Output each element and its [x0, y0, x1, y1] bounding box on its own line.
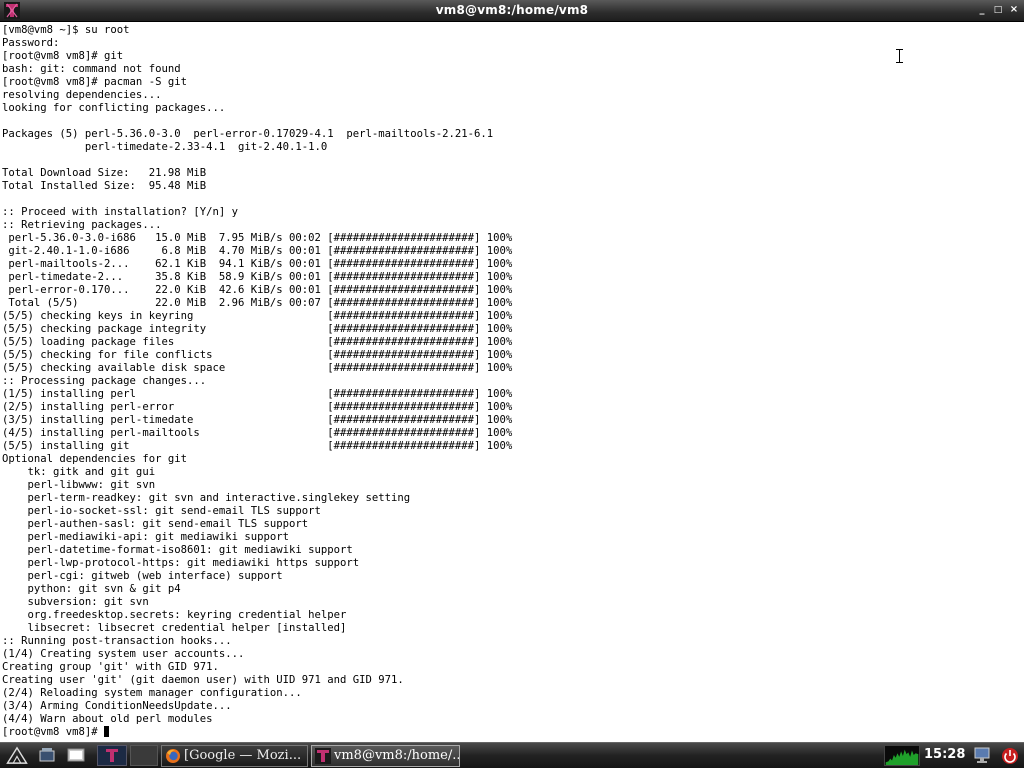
- terminal-line: Total (5/5) 22.0 MiB 2.96 MiB/s 00:07 [#…: [2, 297, 513, 309]
- terminal-line: [root@vm8 vm8]# git: [2, 50, 124, 62]
- terminal-line: (1/5) installing perl [#################…: [2, 388, 513, 400]
- ibeam-cursor-icon: [896, 49, 903, 63]
- terminal-line: (2/5) installing perl-error [###########…: [2, 401, 513, 413]
- terminal-line: Creating group 'git' with GID 971.: [2, 661, 219, 673]
- terminal-line: perl-libwww: git svn: [2, 479, 156, 491]
- terminal-line: perl-timedate-2.33-4.1 git-2.40.1-1.0: [2, 141, 328, 153]
- empty-launcher-slot[interactable]: [130, 745, 158, 766]
- terminal-line: perl-error-0.170... 22.0 KiB 42.6 KiB/s …: [2, 284, 513, 296]
- maximize-button[interactable]: □: [990, 2, 1006, 18]
- terminal-line: org.freedesktop.secrets: keyring credent…: [2, 609, 347, 621]
- terminal-line: (5/5) checking keys in keyring [########…: [2, 310, 513, 322]
- terminal-line: Password:: [2, 37, 60, 49]
- menu-launcher-icon[interactable]: [4, 746, 30, 765]
- terminal-line: perl-cgi: gitweb (web interface) support: [2, 570, 283, 582]
- terminal-line: tk: gitk and git gui: [2, 466, 156, 478]
- terminal-line: libsecret: libsecret credential helper […: [2, 622, 347, 634]
- terminal-line: perl-authen-sasl: git send-email TLS sup…: [2, 518, 309, 530]
- terminal-prompt: [root@vm8 vm8]#: [2, 726, 105, 738]
- terminal-line: (2/4) Reloading system manager configura…: [2, 687, 302, 699]
- terminal-line: perl-term-readkey: git svn and interacti…: [2, 492, 411, 504]
- terminal-line: (1/4) Creating system user accounts...: [2, 648, 245, 660]
- terminal-line: Total Download Size: 21.98 MiB: [2, 167, 207, 179]
- terminal-line: Packages (5) perl-5.36.0-3.0 perl-error-…: [2, 128, 494, 140]
- terminal-line: :: Running post-transaction hooks...: [2, 635, 232, 647]
- terminal-line: [root@vm8 vm8]# pacman -S git: [2, 76, 187, 88]
- terminal-line: :: Processing package changes...: [2, 375, 207, 387]
- close-button[interactable]: ×: [1006, 2, 1022, 18]
- terminal-line: python: git svn & git p4: [2, 583, 181, 595]
- terminal-lines: [vm8@vm8 ~]$ su root Password: [root@vm8 v…: [2, 24, 512, 739]
- terminal-line: bash: git: command not found: [2, 63, 181, 75]
- terminal-line: Total Installed Size: 95.48 MiB: [2, 180, 207, 192]
- terminal-line: subversion: git svn: [2, 596, 149, 608]
- terminal-prompt-line[interactable]: [root@vm8 vm8]#: [2, 726, 512, 739]
- cpu-monitor-graph[interactable]: [884, 745, 920, 766]
- task-firefox[interactable]: [Google — Mozi...: [161, 745, 308, 767]
- power-icon[interactable]: [1000, 746, 1020, 765]
- terminal-line: (4/4) Warn about old perl modules: [2, 713, 213, 725]
- terminal-line: perl-lwp-protocol-https: git mediawiki h…: [2, 557, 360, 569]
- terminal-line: (5/5) installing git [##################…: [2, 440, 513, 452]
- terminal-line: (3/4) Arming ConditionNeedsUpdate...: [2, 700, 232, 712]
- terminal-line: (5/5) checking available disk space [###…: [2, 362, 513, 374]
- terminal-line: perl-timedate-2... 35.8 KiB 58.9 KiB/s 0…: [2, 271, 513, 283]
- terminal-icon: [315, 748, 331, 764]
- terminal-line: perl-mailtools-2... 62.1 KiB 94.1 KiB/s …: [2, 258, 513, 270]
- terminal-line: resolving dependencies...: [2, 89, 162, 101]
- window-titlebar[interactable]: vm8@vm8:/home/vm8 _ □ ×: [0, 0, 1024, 22]
- text-cursor: [104, 726, 110, 737]
- terminal-line: (5/5) checking package integrity [######…: [2, 323, 513, 335]
- terminal-line: [vm8@vm8 ~]$ su root: [2, 24, 130, 36]
- terminal-line: perl-datetime-format-iso8601: git mediaw…: [2, 544, 353, 556]
- clock[interactable]: 15:28: [924, 747, 965, 762]
- terminal-line: looking for conflicting packages...: [2, 102, 226, 114]
- terminal-line: perl-io-socket-ssl: git send-email TLS s…: [2, 505, 321, 517]
- taskbar: [Google — Mozi... vm8@vm8:/home/... 15:2…: [0, 742, 1024, 768]
- window-title: vm8@vm8:/home/vm8: [435, 3, 589, 17]
- terminal-line: perl-5.36.0-3.0-i686 15.0 MiB 7.95 MiB/s…: [2, 232, 513, 244]
- terminal-line: (4/5) installing perl-mailtools [#######…: [2, 427, 513, 439]
- terminal-line: :: Proceed with installation? [Y/n] y: [2, 206, 238, 218]
- terminal-line: :: Retrieving packages...: [2, 219, 162, 231]
- terminal-line: (5/5) checking for file conflicts [#####…: [2, 349, 513, 361]
- task-firefox-label: [Google — Mozi...: [184, 748, 302, 763]
- terminal-line: git-2.40.1-1.0-i686 6.8 MiB 4.70 MiB/s 0…: [2, 245, 513, 257]
- file-manager-icon[interactable]: [66, 746, 86, 765]
- firefox-icon: [166, 749, 180, 763]
- terminal-line: (5/5) loading package files [###########…: [2, 336, 513, 348]
- terminal-launcher-icon[interactable]: [97, 745, 127, 766]
- task-terminal[interactable]: vm8@vm8:/home/...: [311, 745, 460, 767]
- terminal-output-area[interactable]: [vm8@vm8 ~]$ su root Password: [root@vm8 v…: [0, 23, 1024, 742]
- network-icon[interactable]: [972, 746, 992, 765]
- terminal-line: perl-mediawiki-api: git mediawiki suppor…: [2, 531, 290, 543]
- terminal-line: Creating user 'git' (git daemon user) wi…: [2, 674, 404, 686]
- task-terminal-label: vm8@vm8:/home/...: [334, 748, 460, 763]
- terminal-line: (3/5) installing perl-timedate [########…: [2, 414, 513, 426]
- show-desktop-icon[interactable]: [37, 746, 57, 765]
- terminal-line: Optional dependencies for git: [2, 453, 187, 465]
- minimize-button[interactable]: _: [974, 2, 990, 18]
